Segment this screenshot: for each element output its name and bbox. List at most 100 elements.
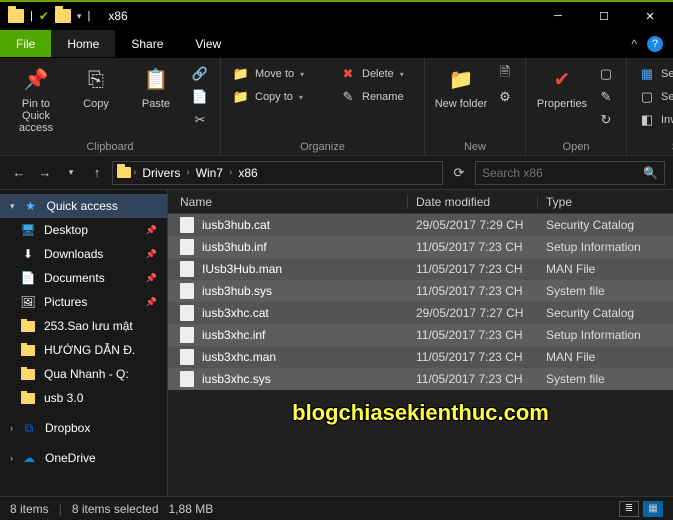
move-to-label: Move to bbox=[255, 68, 294, 80]
copy-label: Copy bbox=[83, 98, 109, 110]
minimize-button[interactable]: ─ bbox=[535, 2, 581, 30]
tab-home[interactable]: Home bbox=[51, 30, 115, 57]
paste-shortcut-button[interactable]: 📄 bbox=[188, 87, 212, 107]
tab-view[interactable]: View bbox=[179, 30, 237, 57]
app-folder-icon bbox=[8, 9, 24, 23]
tab-share[interactable]: Share bbox=[115, 30, 179, 57]
select-none-button[interactable]: ▢Select none bbox=[635, 87, 673, 107]
file-date: 11/05/2017 7:23 CH bbox=[408, 240, 538, 254]
select-all-icon: ▦ bbox=[639, 66, 655, 82]
rename-icon: ✎ bbox=[340, 89, 356, 105]
rename-label: Rename bbox=[362, 91, 404, 103]
recent-dropdown[interactable]: ▾ bbox=[60, 162, 82, 184]
copy-to-button[interactable]: 📁Copy to ▾ bbox=[229, 87, 319, 107]
cut-button[interactable]: ✂ bbox=[188, 110, 212, 130]
qat-dropdown-icon[interactable]: ▾ bbox=[77, 11, 82, 22]
sidebar-item-quick-access[interactable]: ▾ ★ Quick access bbox=[0, 194, 167, 218]
properties-button[interactable]: ✔ Properties bbox=[534, 62, 590, 110]
collapse-ribbon-icon[interactable]: ^ bbox=[631, 37, 637, 51]
column-type[interactable]: Type bbox=[538, 195, 673, 209]
sidebar-item-folder[interactable]: usb 3.0 bbox=[0, 386, 167, 410]
open-button[interactable]: ▢ bbox=[594, 64, 618, 84]
sidebar-item-label: Dropbox bbox=[45, 421, 90, 435]
chevron-right-icon[interactable]: › bbox=[10, 453, 13, 463]
chevron-down-icon: ▾ bbox=[300, 70, 304, 79]
close-button[interactable]: ✕ bbox=[627, 2, 673, 30]
back-button[interactable]: ← bbox=[8, 162, 30, 184]
folder-icon bbox=[20, 318, 36, 334]
sidebar-item-folder[interactable]: 253.Sao lưu mật bbox=[0, 314, 167, 338]
file-name: iusb3xhc.sys bbox=[202, 372, 271, 386]
group-new-label: New bbox=[433, 139, 517, 153]
breadcrumb-seg-drivers[interactable]: Drivers bbox=[138, 166, 184, 180]
file-icon bbox=[180, 217, 194, 233]
sidebar-item-documents[interactable]: 📄Documents📌 bbox=[0, 266, 167, 290]
pin-quick-access-button[interactable]: 📌 Pin to Quick access bbox=[8, 62, 64, 134]
chevron-down-icon[interactable]: ▾ bbox=[10, 201, 15, 212]
search-box[interactable]: 🔍 bbox=[475, 161, 665, 185]
chevron-right-icon[interactable]: › bbox=[186, 167, 189, 178]
sidebar-item-folder[interactable]: Qua Nhanh - Q: bbox=[0, 362, 167, 386]
edit-button[interactable]: ✎ bbox=[594, 87, 618, 107]
table-row[interactable]: iusb3hub.sys11/05/2017 7:23 CHSystem fil… bbox=[168, 280, 673, 302]
chevron-right-icon[interactable]: › bbox=[229, 167, 232, 178]
table-row[interactable]: iusb3hub.cat29/05/2017 7:29 CHSecurity C… bbox=[168, 214, 673, 236]
qat-check-icon[interactable]: ✔ bbox=[39, 9, 49, 23]
invert-selection-button[interactable]: ◧Invert selection bbox=[635, 110, 673, 130]
column-date[interactable]: Date modified bbox=[408, 195, 538, 209]
sidebar-item-pictures[interactable]: 🖼Pictures📌 bbox=[0, 290, 167, 314]
sidebar-item-dropbox[interactable]: ›⧉Dropbox bbox=[0, 416, 167, 440]
breadcrumb-seg-win7[interactable]: Win7 bbox=[192, 166, 227, 180]
select-all-button[interactable]: ▦Select all bbox=[635, 64, 673, 84]
file-date: 11/05/2017 7:23 CH bbox=[408, 284, 538, 298]
sidebar-item-label: HƯỚNG DẪN Đ. bbox=[44, 343, 135, 357]
view-icons-button[interactable]: ▦ bbox=[643, 501, 663, 517]
sidebar-item-label: 253.Sao lưu mật bbox=[44, 319, 133, 333]
table-row[interactable]: iusb3xhc.cat29/05/2017 7:27 CHSecurity C… bbox=[168, 302, 673, 324]
qat-folder-icon[interactable] bbox=[55, 9, 71, 23]
view-details-button[interactable]: ≣ bbox=[619, 501, 639, 517]
file-type: Setup Information bbox=[538, 240, 673, 254]
sidebar-item-downloads[interactable]: ⬇Downloads📌 bbox=[0, 242, 167, 266]
table-row[interactable]: iusb3xhc.inf11/05/2017 7:23 CHSetup Info… bbox=[168, 324, 673, 346]
breadcrumb[interactable]: › Drivers › Win7 › x86 bbox=[112, 161, 443, 185]
table-row[interactable]: iusb3hub.inf11/05/2017 7:23 CHSetup Info… bbox=[168, 236, 673, 258]
file-name: iusb3hub.cat bbox=[202, 218, 270, 232]
chevron-right-icon[interactable]: › bbox=[133, 167, 136, 178]
table-row[interactable]: iusb3xhc.sys11/05/2017 7:23 CHSystem fil… bbox=[168, 368, 673, 390]
breadcrumb-seg-x86[interactable]: x86 bbox=[234, 166, 261, 180]
sidebar-item-folder[interactable]: HƯỚNG DẪN Đ. bbox=[0, 338, 167, 362]
chevron-right-icon[interactable]: › bbox=[10, 423, 13, 433]
status-separator: | bbox=[59, 502, 62, 516]
up-button[interactable]: ↑ bbox=[86, 162, 108, 184]
new-item-button[interactable]: 🗎 bbox=[493, 64, 517, 84]
file-type: Security Catalog bbox=[538, 218, 673, 232]
ribbon-tabs: File Home Share View ^ ? bbox=[0, 30, 673, 58]
pin-icon: 📌 bbox=[146, 225, 157, 236]
maximize-button[interactable]: ☐ bbox=[581, 2, 627, 30]
pin-icon: 📌 bbox=[146, 297, 157, 308]
sidebar-item-desktop[interactable]: 🖥Desktop📌 bbox=[0, 218, 167, 242]
qat-divider2: | bbox=[87, 10, 90, 22]
copy-button[interactable]: ⎘ Copy bbox=[68, 62, 124, 110]
new-folder-button[interactable]: 📁 New folder bbox=[433, 62, 489, 110]
rename-button[interactable]: ✎ Rename bbox=[336, 87, 416, 107]
search-input[interactable] bbox=[482, 166, 637, 180]
table-row[interactable]: iusb3xhc.man11/05/2017 7:23 CHMAN File bbox=[168, 346, 673, 368]
delete-button[interactable]: ✖Delete ▾ bbox=[336, 64, 416, 84]
history-button[interactable]: ↻ bbox=[594, 110, 618, 130]
sidebar-item-onedrive[interactable]: ›☁OneDrive bbox=[0, 446, 167, 470]
sidebar-item-label: OneDrive bbox=[45, 451, 96, 465]
paste-button[interactable]: 📋 Paste bbox=[128, 62, 184, 110]
easy-access-button[interactable]: ⚙ bbox=[493, 87, 517, 107]
search-icon[interactable]: 🔍 bbox=[643, 166, 658, 180]
forward-button[interactable]: → bbox=[34, 162, 56, 184]
table-row[interactable]: IUsb3Hub.man11/05/2017 7:23 CHMAN File bbox=[168, 258, 673, 280]
invert-selection-icon: ◧ bbox=[639, 112, 655, 128]
column-name[interactable]: Name bbox=[168, 195, 408, 209]
help-icon[interactable]: ? bbox=[647, 36, 663, 52]
move-to-button[interactable]: 📁Move to ▾ bbox=[229, 64, 319, 84]
refresh-button[interactable]: ⟳ bbox=[447, 162, 471, 184]
copy-path-button[interactable]: 🔗 bbox=[188, 64, 212, 84]
tab-file[interactable]: File bbox=[0, 30, 51, 57]
